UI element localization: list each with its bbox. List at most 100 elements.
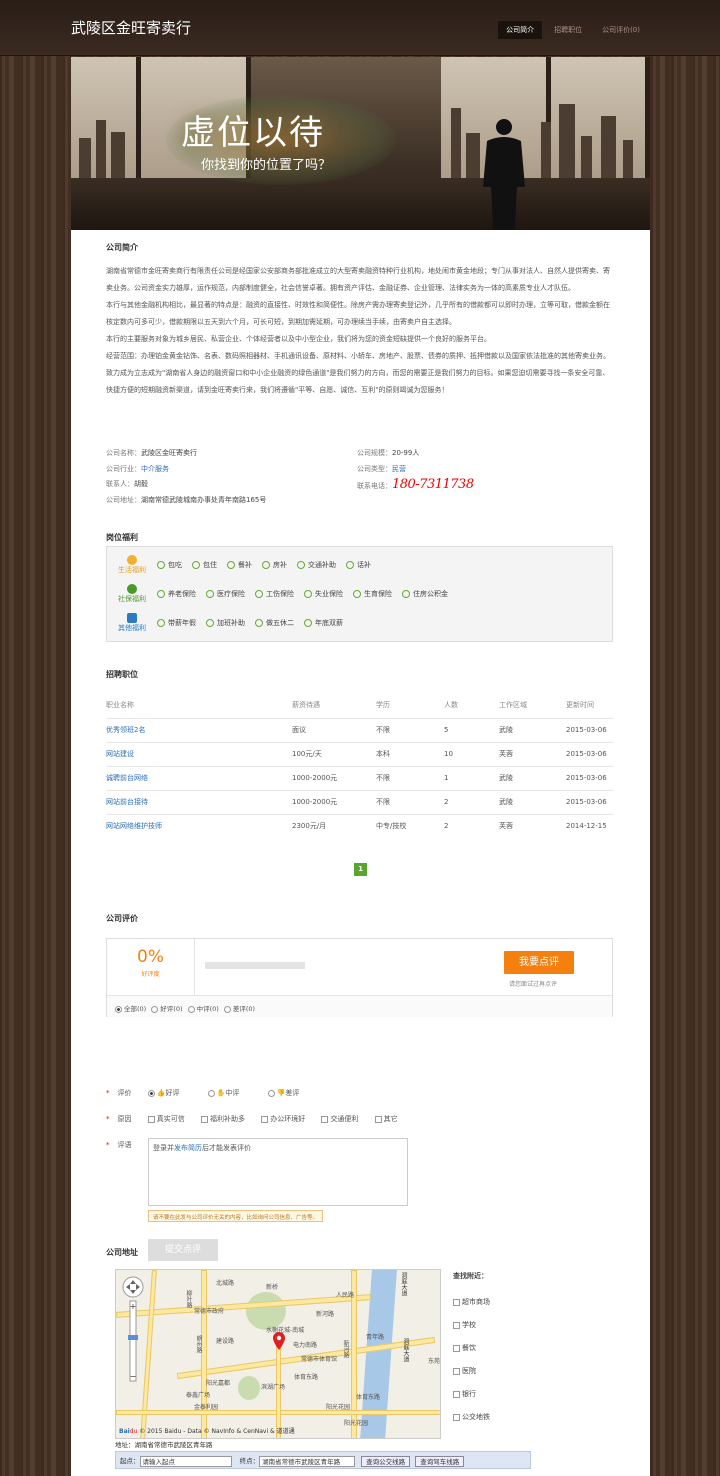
nearby-option[interactable]: 银行 xyxy=(453,1383,513,1406)
filter-good[interactable]: 好评(0) xyxy=(151,1005,183,1013)
hero-banner: 虚位以待 你找到你的位置了吗？ xyxy=(71,57,650,230)
info-label: 公司地址： xyxy=(106,495,141,504)
nav-company-intro[interactable]: 公司简介 xyxy=(498,21,543,39)
welfare-item: 生育保险 xyxy=(353,589,392,599)
banner-subtitle: 你找到你的位置了吗？ xyxy=(201,158,332,173)
welfare-item: 餐补 xyxy=(227,560,252,570)
table-row: 网站前台接待 1000-2000元 不限 2 武陵 2015-03-06 xyxy=(106,789,613,814)
company-map[interactable]: 常德市政府 新桥 北城路 人民路 新河路 电力南路 水榭花城-南城 常德市体育馆… xyxy=(115,1269,441,1439)
map-address: 地址：湖南省常德市武陵区青年路 xyxy=(115,1441,213,1449)
content-panel: 虚位以待 你找到你的位置了吗？ 公司简介 湖南省常德市金旺寄卖商行有限责任公司是… xyxy=(71,57,650,1476)
review-notice: 请不要在此发与公司评价无关的内容，比如询问公司信息、广告等。 xyxy=(148,1210,324,1222)
rate-mid[interactable]: ✋中评 xyxy=(207,1089,239,1097)
column-header: 职业名称 xyxy=(106,700,134,709)
drive-route-button[interactable]: 查询驾车线路 xyxy=(415,1455,465,1467)
reason-checkbox[interactable]: 其它 xyxy=(374,1115,398,1123)
jobs-section: 招聘职位 职业名称 薪资待遇 学历 人数 工作区域 更新时间 优秀领班2名 面议不… xyxy=(106,669,613,838)
company-name: 武陵区金旺寄卖行 xyxy=(141,449,197,457)
welfare-item: 工伤保险 xyxy=(255,589,294,599)
bus-icon xyxy=(127,613,137,623)
job-title-link[interactable]: 网站前台接待 xyxy=(106,789,292,814)
reason-checkbox[interactable]: 办公环境好 xyxy=(261,1115,305,1123)
column-header: 更新时间 xyxy=(566,700,594,709)
table-row: 网站网络维护技师 2300元/月 中专/技校 2 芙蓉 2014-12-15 xyxy=(106,813,613,838)
route-end-input[interactable]: 湖南省常德市武陵区青年路 xyxy=(259,1455,356,1467)
company-industry[interactable]: 中介服务 xyxy=(141,465,169,473)
job-title-link[interactable]: 优秀领班2名 xyxy=(106,717,292,742)
review-filter: 全部(0) 好评(0) 中评(0) 差评(0) xyxy=(107,995,612,1017)
shield-icon xyxy=(127,584,137,594)
filter-bad[interactable]: 差评(0) xyxy=(223,1005,255,1013)
nearby-option[interactable]: 学校 xyxy=(453,1314,513,1337)
jobs-heading: 招聘职位 xyxy=(106,670,138,679)
svg-text:−: − xyxy=(130,1372,137,1381)
welfare-item: 年底双薪 xyxy=(304,618,343,628)
filter-all[interactable]: 全部(0) xyxy=(115,1005,146,1013)
review-section: 公司评价 0% 好评度 我要点评 请您面试过再点评 全部(0) 好评(0) 中评… xyxy=(106,913,613,1261)
map-pin-icon[interactable] xyxy=(273,1332,285,1350)
welfare-item: 做五休二 xyxy=(255,618,294,628)
intro-paragraph: 本行的主要服务对象为城乡居民、私营企业、个体经营者以及中小型企业，我们将为您的资… xyxy=(106,335,491,343)
nav-jobs[interactable]: 招聘职位 xyxy=(546,21,590,39)
nearby-option[interactable]: 餐饮 xyxy=(453,1337,513,1360)
reason-row: * 原因 真实可信 福利补助多 办公环境好 交通便利 其它 xyxy=(106,1115,398,1123)
welfare-item: 失业保险 xyxy=(304,589,343,599)
welfare-section: 岗位福利 生活福利 包吃 包住 餐补 房补 交通补助 话补 社保福利 养老保险 … xyxy=(106,532,613,642)
intro-paragraph: 致力成为立志成为"湖南省人身边的融资窗口和中小企业融资的绿色通道"是我们努力的方… xyxy=(106,369,610,394)
welfare-item: 带薪年假 xyxy=(157,618,196,628)
nearby-panel: 查找附近： 超市商场 学校 餐饮 医院 银行 公交地铁 xyxy=(453,1271,513,1429)
review-box: 0% 好评度 我要点评 请您面试过再点评 全部(0) 好评(0) 中评(0) 差… xyxy=(106,938,613,1017)
info-label: 联系人： xyxy=(106,480,134,488)
rate-row: * 评价 👍好评 ✋中评 👎差评 xyxy=(106,1089,300,1097)
map-zoom-control[interactable]: +− xyxy=(121,1275,145,1390)
job-title-link[interactable]: 网站网络维护技师 xyxy=(106,813,292,838)
welfare-item: 交通补助 xyxy=(297,560,336,570)
site-logo[interactable]: 武陵区金旺寄卖行 xyxy=(71,17,191,38)
intro-paragraph: 湖南省常德市金旺寄卖商行有限责任公司是经国家公安部商务部批准成立的大型寄卖融资特… xyxy=(106,267,610,292)
rating-summary: 0% 好评度 xyxy=(107,939,195,995)
job-title-link[interactable]: 诚聘前台网络 xyxy=(106,765,292,790)
filter-mid[interactable]: 中评(0) xyxy=(187,1005,219,1013)
welfare-item: 包住 xyxy=(192,560,217,570)
bus-route-button[interactable]: 查询公交线路 xyxy=(361,1455,411,1467)
post-resume-link[interactable]: 发布简历 xyxy=(174,1144,202,1152)
welfare-category: 社保福利 xyxy=(107,584,157,604)
reason-checkbox[interactable]: 福利补助多 xyxy=(200,1115,245,1123)
reason-checkbox[interactable]: 真实可信 xyxy=(147,1115,185,1123)
rating-bar xyxy=(205,962,305,969)
intro-heading: 公司简介 xyxy=(106,243,138,252)
pagination-page-1[interactable]: 1 xyxy=(354,863,367,876)
rate-good[interactable]: 👍好评 xyxy=(147,1089,179,1097)
job-title-link[interactable]: 网站建设 xyxy=(106,741,292,766)
table-row: 优秀领班2名 面议 不限 5 武陵 2015-03-06 xyxy=(106,717,613,742)
welfare-category: 其他福利 xyxy=(107,613,157,633)
banner-title: 虚位以待 xyxy=(181,113,325,153)
company-address: 湖南常德武陵城南办事处青年南路165号 xyxy=(141,495,267,504)
nav-reviews[interactable]: 公司评价(0) xyxy=(594,21,648,39)
rate-bad[interactable]: 👎差评 xyxy=(267,1089,299,1097)
write-review-button[interactable]: 我要点评 xyxy=(504,951,574,974)
svg-text:+: + xyxy=(130,1302,137,1311)
company-type[interactable]: 民营 xyxy=(392,465,406,473)
welfare-item: 房补 xyxy=(262,560,287,570)
nearby-title: 查找附近： xyxy=(453,1272,488,1280)
table-row: 诚聘前台网络 1000-2000元 不限 1 武陵 2015-03-06 xyxy=(106,765,613,790)
welfare-box: 生活福利 包吃 包住 餐补 房补 交通补助 话补 社保福利 养老保险 医疗保险 … xyxy=(106,546,613,642)
info-label: 公司类型： xyxy=(357,464,392,473)
reason-checkbox[interactable]: 交通便利 xyxy=(321,1115,358,1123)
nearby-option[interactable]: 超市商场 xyxy=(453,1291,513,1314)
nearby-option[interactable]: 医院 xyxy=(453,1360,513,1383)
info-label: 公司名称： xyxy=(106,449,141,457)
review-note: 请您面试过再点评 xyxy=(509,981,558,988)
intro-paragraph: 经营范围：办理铂金黄金钻饰、名表、数码照相器材、手机通讯设备、原材料、小轿车、房… xyxy=(106,352,610,360)
comment-label: * 评语 xyxy=(106,1141,132,1149)
life-icon xyxy=(127,555,137,565)
rating-label: 好评度 xyxy=(141,971,160,978)
map-copyright: Baidu © 2015 Baidu - Data © NavInfo & Ce… xyxy=(119,1428,295,1435)
table-row: 网站建设 100元/天 本科 10 芙蓉 2015-03-06 xyxy=(106,741,613,766)
comment-textarea[interactable]: 登录并发布简历后才能发表评价 xyxy=(148,1138,408,1206)
welfare-item: 加班补助 xyxy=(206,618,245,628)
route-start-input[interactable]: 请输入起点 xyxy=(139,1455,232,1467)
column-header: 人数 xyxy=(444,700,458,709)
nearby-option[interactable]: 公交地铁 xyxy=(453,1406,513,1429)
